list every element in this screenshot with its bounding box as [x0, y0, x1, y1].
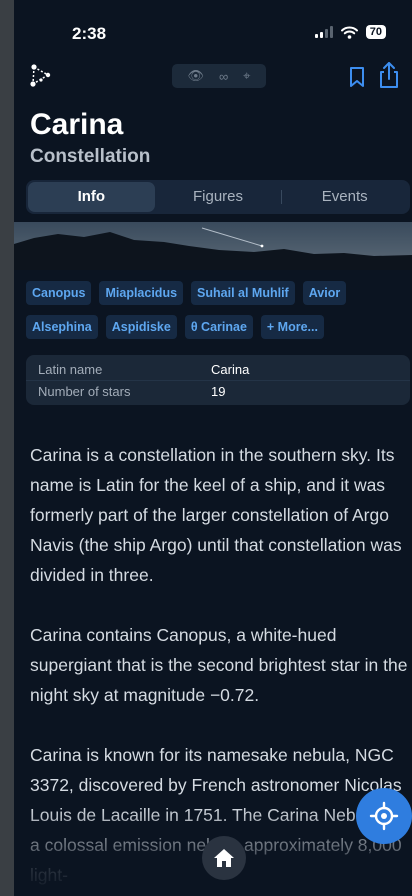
binoculars-icon[interactable]: ∞	[219, 69, 228, 84]
star-chip[interactable]: Canopus	[26, 281, 92, 305]
segmented-tabs: Info Figures Events	[26, 180, 410, 214]
star-chip[interactable]: θ Carinae	[184, 315, 253, 339]
battery-indicator: 70	[365, 25, 386, 39]
cellular-signal-icon	[314, 26, 333, 38]
star-chip[interactable]: Avior	[302, 281, 347, 305]
home-button[interactable]	[202, 836, 246, 880]
home-icon	[214, 849, 234, 867]
horizon-image	[14, 222, 412, 270]
info-key: Latin name	[38, 362, 103, 377]
info-table: Latin name Carina Number of stars 19	[26, 355, 410, 405]
share-icon[interactable]	[376, 60, 402, 90]
eye-icon[interactable]: 👁	[187, 68, 204, 84]
tab-events[interactable]: Events	[281, 182, 408, 212]
status-indicators: 70	[314, 25, 386, 39]
tab-figures[interactable]: Figures	[155, 182, 282, 212]
star-chip[interactable]: Suhail al Muhlif	[191, 281, 295, 305]
wifi-icon	[340, 26, 358, 39]
star-chip-row: Canopus Miaplacidus Suhail al Muhlif Avi…	[26, 281, 410, 305]
app-screen: 2:38 70 👁 ∞ ⌖ Carina Constellation Info …	[14, 0, 412, 896]
locate-button[interactable]	[356, 788, 412, 844]
page-subtitle: Constellation	[30, 146, 151, 167]
table-row: Number of stars 19	[26, 380, 410, 401]
status-bar: 2:38 70	[14, 0, 412, 62]
description-paragraph: Carina contains Canopus, a white-hued su…	[30, 625, 408, 705]
crosshair-icon	[369, 801, 399, 831]
tab-info[interactable]: Info	[28, 182, 155, 212]
telescope-icon[interactable]: ⌖	[243, 68, 250, 84]
star-chip[interactable]: Alsephina	[26, 315, 98, 339]
more-stars-chip[interactable]: + More...	[260, 315, 324, 339]
constellation-logo-icon[interactable]	[28, 62, 58, 90]
info-value: Carina	[211, 362, 250, 377]
star-chip[interactable]: Miaplacidus	[99, 281, 184, 305]
top-toolbar: 👁 ∞ ⌖	[14, 58, 412, 94]
star-chips: Canopus Miaplacidus Suhail al Muhlif Avi…	[26, 281, 410, 349]
status-time: 2:38	[72, 24, 107, 43]
bookmark-icon[interactable]	[348, 66, 366, 88]
page-title: Carina	[30, 108, 124, 141]
info-value: 19	[211, 383, 226, 399]
table-row: Latin name Carina	[26, 359, 410, 380]
info-key: Number of stars	[38, 383, 131, 399]
view-mode-toggle[interactable]: 👁 ∞ ⌖	[172, 64, 266, 88]
description-paragraph: Carina is a constellation in the souther…	[30, 445, 402, 585]
star-chip-row: Alsephina Aspidiske θ Carinae + More...	[26, 315, 410, 339]
star-chip[interactable]: Aspidiske	[105, 315, 177, 339]
